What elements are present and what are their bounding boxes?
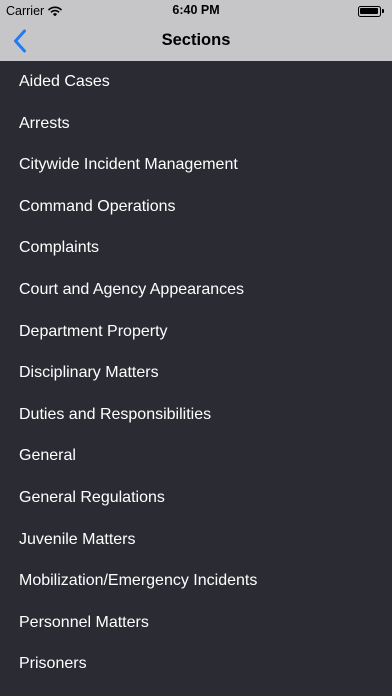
list-item[interactable]: General Regulations bbox=[0, 477, 392, 519]
list-item[interactable]: Command Operations bbox=[0, 186, 392, 228]
page-title: Sections bbox=[161, 31, 231, 49]
list-item[interactable]: Personnel Matters bbox=[0, 602, 392, 644]
battery-icon bbox=[358, 6, 384, 17]
list-item[interactable]: Duties and Responsibilities bbox=[0, 394, 392, 436]
list-item[interactable]: Prisoners bbox=[0, 643, 392, 685]
list-item[interactable]: Disciplinary Matters bbox=[0, 352, 392, 394]
navigation-bar: Sections bbox=[0, 22, 392, 61]
sections-list: Aided Cases Arrests Citywide Incident Mana… bbox=[0, 61, 392, 685]
list-item[interactable]: Arrests bbox=[0, 103, 392, 145]
header: Carrier 6:40 PM Sections bbox=[0, 0, 392, 61]
status-bar: Carrier 6:40 PM bbox=[0, 0, 392, 22]
status-time: 6:40 PM bbox=[172, 3, 220, 17]
list-item[interactable]: Complaints bbox=[0, 227, 392, 269]
list-item[interactable]: Aided Cases bbox=[0, 61, 392, 103]
chevron-left-icon bbox=[13, 29, 27, 53]
list-item[interactable]: General bbox=[0, 435, 392, 477]
list-item[interactable]: Department Property bbox=[0, 311, 392, 353]
list-item[interactable]: Citywide Incident Management bbox=[0, 144, 392, 186]
list-item[interactable]: Juvenile Matters bbox=[0, 519, 392, 561]
list-item[interactable]: Court and Agency Appearances bbox=[0, 269, 392, 311]
screen: Carrier 6:40 PM Sections Aided Cases Arr… bbox=[0, 0, 392, 696]
back-button[interactable] bbox=[4, 26, 36, 56]
list-item[interactable]: Mobilization/Emergency Incidents bbox=[0, 560, 392, 602]
